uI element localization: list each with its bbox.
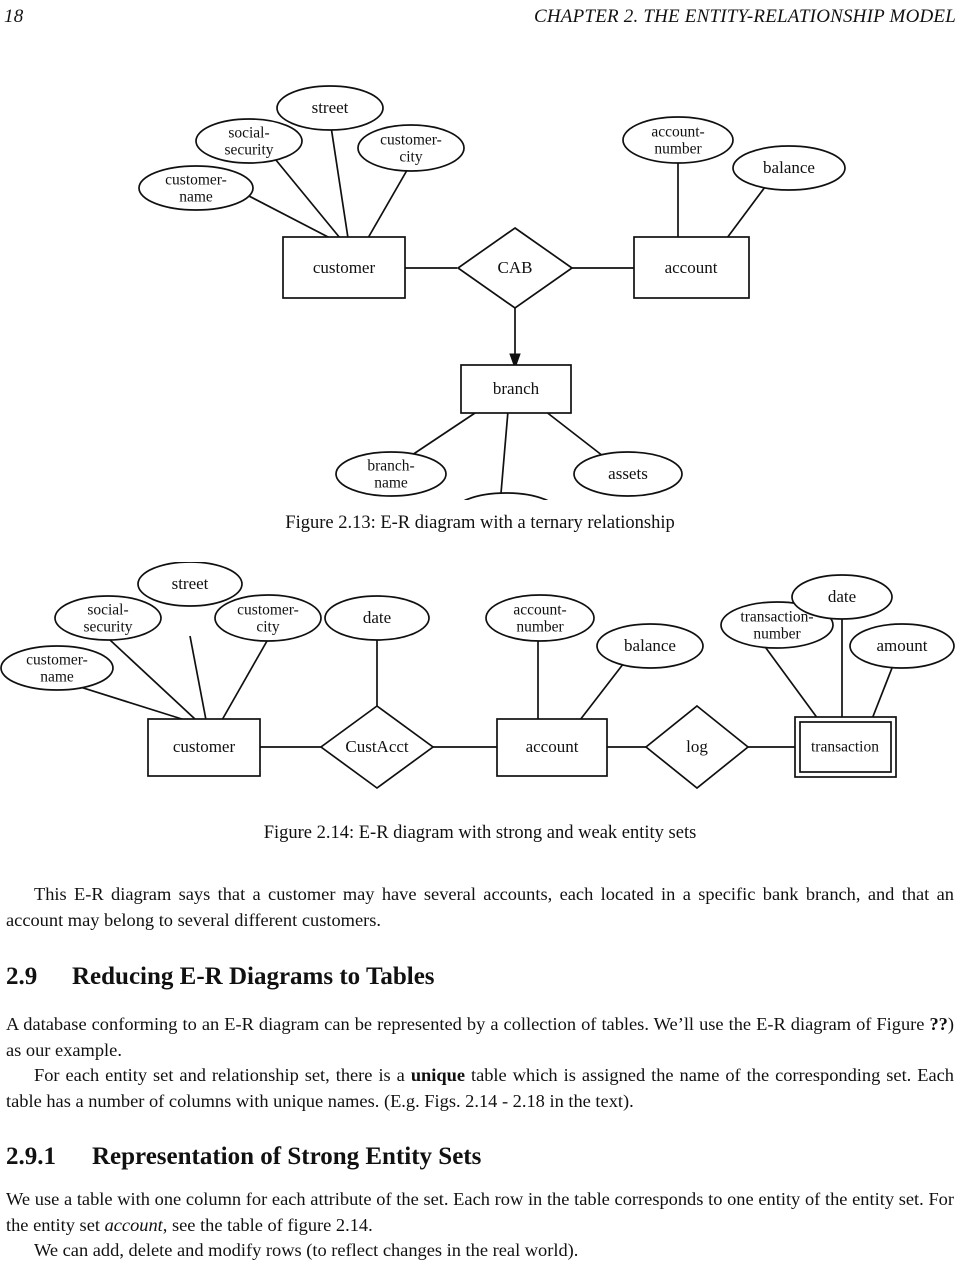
attribute-label: date	[828, 587, 856, 606]
chapter-title: CHAPTER 2. THE ENTITY-RELATIONSHIP MODEL	[534, 6, 956, 27]
entity-label: account	[665, 258, 718, 277]
attribute-date-custacct: date	[324, 595, 430, 641]
attribute-label: date	[363, 608, 391, 627]
emphasis-unique: unique	[410, 1065, 465, 1085]
entity-label: customer	[313, 258, 376, 277]
entity-label: transaction	[811, 739, 879, 756]
paragraph-part: A database conforming to an E-R diagram …	[6, 1014, 930, 1034]
section-title: Reducing E-R Diagrams to Tables	[72, 963, 435, 990]
attribute-label: number	[753, 626, 801, 643]
relationship-log: log	[644, 704, 750, 790]
paragraph-2-9-1-a: We use a table with one column for each …	[6, 1187, 954, 1238]
attribute-label: account-	[651, 124, 704, 141]
paragraph-text: This E-R diagram says that a customer ma…	[6, 884, 954, 930]
attribute-label: city	[256, 619, 279, 636]
entity-account: account	[633, 236, 750, 299]
attribute-street: street	[137, 562, 243, 607]
relationship-custacct: CustAcct	[319, 704, 435, 790]
attribute-label: security	[224, 142, 273, 159]
entity-customer: customer	[147, 718, 261, 777]
attribute-label: customer-	[165, 172, 227, 189]
attribute-customer-city: customer- city	[214, 594, 322, 642]
attribute-label: assets	[608, 464, 648, 483]
relationship-label: CustAcct	[345, 737, 409, 756]
paragraph-part: , see the table of figure 2.14.	[162, 1214, 373, 1235]
paragraph-text: A database conforming to an E-R diagram …	[6, 1012, 954, 1063]
attribute-label: account-	[513, 602, 566, 619]
entity-label: customer	[173, 737, 236, 756]
attribute-assets: assets	[573, 451, 683, 497]
attribute-account-number: account- number	[622, 116, 734, 164]
attribute-label: social-	[87, 602, 128, 619]
attribute-customer-name: customer- name	[138, 165, 254, 211]
attribute-label: amount	[877, 636, 928, 655]
attribute-balance: balance	[596, 623, 704, 669]
attribute-label: security	[83, 619, 132, 636]
figure-2-13-caption: Figure 2.13: E-R diagram with a ternary …	[285, 513, 675, 533]
entity-branch: branch	[460, 364, 572, 414]
paragraph-2-9-b: For each entity set and relationship set…	[6, 1063, 954, 1114]
attribute-label: name	[40, 669, 74, 686]
attribute-amount: amount	[849, 623, 955, 669]
attribute-label: name	[179, 189, 213, 206]
attribute-label: street	[312, 98, 349, 117]
attribute-label: city	[399, 149, 422, 166]
attribute-customer-city: customer- city	[357, 124, 465, 172]
attribute-label: branch-	[367, 458, 414, 475]
section-number: 2.9.1	[6, 1143, 56, 1170]
relationship-label: CAB	[498, 258, 533, 277]
attribute-label: number	[516, 619, 564, 636]
attribute-social-security: social- security	[54, 595, 162, 641]
attribute-account-number: account- number	[485, 594, 595, 642]
entity-set-name-italic: account	[104, 1214, 163, 1235]
entity-customer: customer	[282, 236, 406, 299]
page-number: 18	[4, 6, 24, 27]
attribute-balance: balance	[732, 145, 846, 191]
section-heading-2-9-1: 2.9.1 Representation of Strong Entity Set…	[6, 1143, 954, 1171]
entity-transaction-weak: transaction	[794, 716, 897, 778]
section-heading-2-9: 2.9 Reducing E-R Diagrams to Tables	[6, 963, 954, 991]
attribute-label: number	[654, 141, 702, 158]
paragraph-part: For each entity set and relationship set…	[34, 1065, 411, 1085]
relationship-label: log	[686, 737, 708, 756]
section-number: 2.9	[6, 963, 38, 990]
entity-account: account	[496, 718, 608, 777]
attribute-label: balance	[763, 158, 815, 177]
figure-ref-unresolved: ??	[929, 1014, 948, 1034]
entity-label: branch	[493, 379, 540, 398]
entity-label: account	[526, 737, 579, 756]
paragraph-intro: This E-R diagram says that a customer ma…	[6, 882, 954, 933]
attribute-street: street	[276, 85, 384, 131]
attribute-label: street	[172, 574, 209, 593]
attribute-label: customer-	[237, 602, 299, 619]
document-page: 18 CHAPTER 2. THE ENTITY-RELATIONSHIP MO…	[0, 0, 960, 1260]
running-head: 18 CHAPTER 2. THE ENTITY-RELATIONSHIP MO…	[0, 6, 960, 34]
attribute-label: branch-	[482, 499, 529, 500]
figure-2-14-caption: Figure 2.14: E-R diagram with strong and…	[263, 823, 697, 843]
attribute-social-security: social- security	[195, 118, 303, 164]
attribute-label: name	[374, 475, 408, 492]
relationship-cab: CAB	[456, 226, 574, 310]
section-title: Representation of Strong Entity Sets	[92, 1143, 482, 1170]
paragraph-2-9-a: A database conforming to an E-R diagram …	[6, 1012, 954, 1063]
attribute-label: customer-	[380, 132, 442, 149]
attribute-customer-name: customer- name	[0, 645, 114, 691]
paragraph-text: We use a table with one column for each …	[6, 1187, 954, 1238]
figure-2-14: customer- name social- security street c…	[0, 562, 960, 807]
figure-2-13: customer- name social- security street c…	[0, 40, 960, 500]
paragraph-text: For each entity set and relationship set…	[6, 1063, 954, 1114]
attribute-label: balance	[624, 636, 676, 655]
attribute-label: social-	[228, 125, 269, 142]
attribute-branch-city: branch- city	[463, 492, 549, 500]
attribute-label: customer-	[26, 652, 88, 669]
attribute-date-transaction: date	[791, 574, 893, 620]
attribute-branch-name: branch- name	[335, 451, 447, 497]
